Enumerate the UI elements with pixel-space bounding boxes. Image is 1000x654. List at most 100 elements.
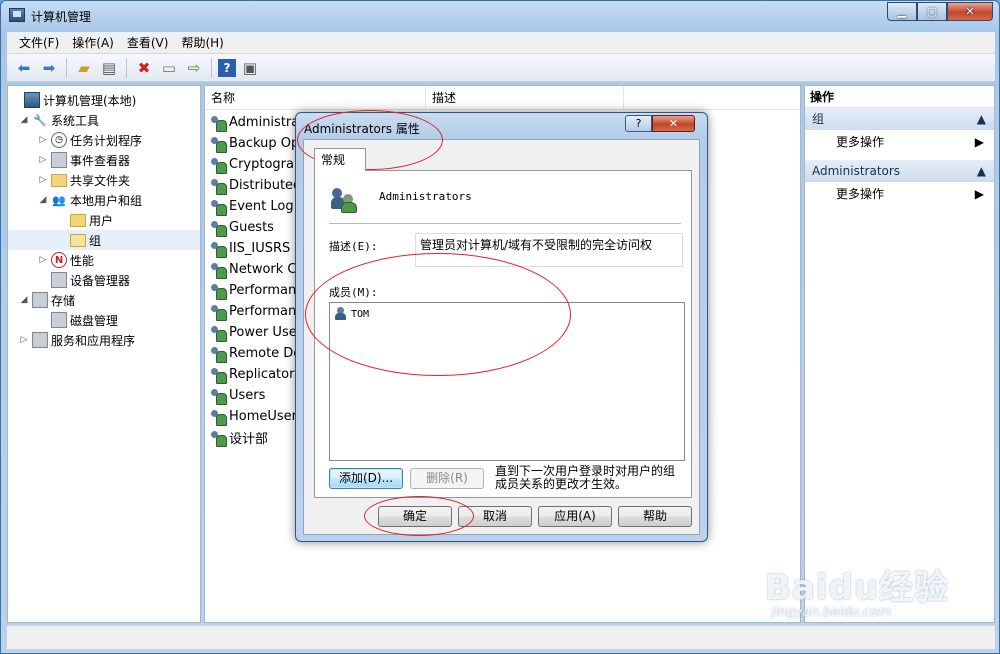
tree-label: 任务计划程序 [70, 133, 143, 148]
group-icon [210, 199, 227, 216]
menu-view[interactable]: 查看(V) [127, 34, 169, 51]
cancel-button[interactable]: 取消 [458, 506, 532, 527]
performance-icon: N [51, 252, 67, 268]
baidu-watermark-logo: Baidu经验 jingyan.baidu.com [765, 560, 949, 620]
tree-label: 服务和应用程序 [51, 333, 136, 348]
apply-button[interactable]: 应用(A) [538, 506, 612, 527]
expand-arrow-icon[interactable]: ▷ [37, 155, 49, 165]
general-tab-panel: Administrators 描述(E): 管理员对计算机/域有不受限制的完全访… [314, 170, 692, 498]
menu-action[interactable]: 操作(A) [72, 34, 114, 51]
tree-item-local-users-groups[interactable]: ◢ 👥 本地用户和组 [8, 190, 200, 210]
submenu-arrow-icon: ▶ [974, 187, 984, 201]
tree-label: 共享文件夹 [70, 173, 131, 188]
collapse-up-icon[interactable]: ▲ [977, 160, 986, 182]
section-label: Administrators [812, 164, 901, 178]
maximize-button[interactable]: ▢ [917, 2, 947, 21]
tab-general[interactable]: 常规 [314, 148, 366, 171]
help-button[interactable]: 帮助 [618, 506, 692, 527]
collapse-up-icon[interactable]: ▲ [977, 108, 986, 130]
group-name: IIS_IUSRS [229, 241, 291, 256]
up-folder-icon[interactable]: ▰ [73, 57, 95, 79]
minimize-button[interactable]: ▁ [887, 2, 917, 21]
tree-item-users[interactable]: 用户 [8, 210, 200, 230]
tree-label: 磁盘管理 [70, 313, 119, 328]
actions-pane: 操作 组 ▲ 更多操作 ▶ Administrators ▲ 更多操作 ▶ [804, 85, 995, 623]
collapse-arrow-icon[interactable]: ◢ [18, 115, 30, 125]
group-name: HomeUsers [229, 409, 304, 424]
collapse-arrow-icon[interactable]: ◢ [37, 195, 49, 205]
description-field[interactable]: 管理员对计算机/域有不受限制的完全访问权 [415, 233, 683, 267]
forward-icon[interactable]: ➡ [38, 57, 60, 79]
administrators-properties-dialog: Administrators 属性 ? ✕ 常规 Administrators … [295, 112, 708, 542]
ok-button[interactable]: 确定 [378, 506, 452, 527]
properties-icon[interactable]: ▭ [158, 57, 180, 79]
tree-item-device-manager[interactable]: 设备管理器 [8, 270, 200, 290]
disk-icon [51, 312, 67, 328]
menu-bar: 文件(F) 操作(A) 查看(V) 帮助(H) [7, 32, 995, 54]
column-description-header[interactable]: 描述 [426, 86, 624, 110]
tree-item-groups[interactable]: 组 [8, 230, 200, 250]
group-icon [210, 388, 227, 405]
column-name-header[interactable]: 名称 [205, 86, 426, 110]
group-icon [331, 185, 359, 213]
member-item[interactable]: TOM [335, 307, 369, 321]
device-manager-icon [51, 272, 67, 288]
section-label: 组 [812, 112, 825, 126]
console-icon[interactable]: ▣ [239, 57, 261, 79]
tree-item-performance[interactable]: ▷ N 性能 [8, 250, 200, 270]
tree-label: 组 [89, 233, 102, 248]
expand-arrow-icon[interactable]: ▷ [37, 255, 49, 265]
delete-icon[interactable]: ✖ [133, 57, 155, 79]
services-icon [32, 332, 48, 348]
help-icon[interactable]: ? [218, 58, 236, 77]
status-bar [7, 625, 995, 649]
divider [329, 223, 681, 224]
tree-item-services-apps[interactable]: ▷ 服务和应用程序 [8, 330, 200, 350]
collapse-arrow-icon[interactable]: ◢ [18, 295, 30, 305]
show-tree-icon[interactable]: ▤ [98, 57, 120, 79]
group-icon [210, 409, 227, 426]
menu-file[interactable]: 文件(F) [19, 34, 59, 51]
expand-arrow-icon[interactable]: ▷ [18, 335, 30, 345]
submenu-arrow-icon: ▶ [974, 135, 984, 149]
members-label: 成员(M): [329, 286, 378, 299]
tree-item-system-tools[interactable]: ◢ 🔧 系统工具 [8, 110, 200, 130]
group-icon [210, 283, 227, 300]
group-icon [210, 262, 227, 279]
close-button[interactable]: ✕ [947, 2, 993, 21]
remove-button[interactable]: 删除(R) [410, 468, 484, 489]
add-button[interactable]: 添加(D)... [329, 468, 403, 489]
tree-item-shared-folders[interactable]: ▷ 共享文件夹 [8, 170, 200, 190]
tree-item-task-scheduler[interactable]: ▷ ◷ 任务计划程序 [8, 130, 200, 150]
tree-item-disk-management[interactable]: 磁盘管理 [8, 310, 200, 330]
members-list[interactable]: TOM [329, 302, 685, 461]
actions-section-groups[interactable]: 组 ▲ [805, 108, 994, 130]
menu-help[interactable]: 帮助(H) [181, 34, 223, 51]
group-icon [210, 136, 227, 153]
window-controls: ▁ ▢ ✕ [887, 2, 993, 21]
expand-arrow-icon[interactable]: ▷ [37, 175, 49, 185]
tree-item-computer-management[interactable]: 计算机管理(本地) [8, 90, 200, 110]
tree-label: 设备管理器 [70, 273, 131, 288]
watermark-main: Baidu经验 [765, 568, 950, 608]
tree-item-event-viewer[interactable]: ▷ 事件查看器 [8, 150, 200, 170]
export-icon[interactable]: ⇨ [183, 57, 205, 79]
toolbar-separator [126, 57, 127, 78]
storage-icon [32, 292, 48, 308]
dialog-close-button[interactable]: ✕ [652, 115, 695, 132]
group-icon [210, 304, 227, 321]
more-actions-item[interactable]: 更多操作 ▶ [805, 182, 994, 206]
expand-arrow-icon[interactable]: ▷ [37, 135, 49, 145]
more-actions-item[interactable]: 更多操作 ▶ [805, 130, 994, 154]
shared-folder-icon [51, 173, 67, 187]
tree-item-storage[interactable]: ◢ 存储 [8, 290, 200, 310]
group-icon [210, 325, 227, 342]
clock-icon: ◷ [51, 132, 67, 148]
group-name: Cryptograp [229, 157, 303, 172]
tree-label: 存储 [51, 293, 76, 308]
back-icon[interactable]: ⬅ [13, 57, 35, 79]
action-label: 更多操作 [836, 187, 885, 201]
actions-section-administrators[interactable]: Administrators ▲ [805, 160, 994, 182]
group-name: Guests [229, 220, 274, 235]
dialog-help-button[interactable]: ? [625, 115, 652, 132]
